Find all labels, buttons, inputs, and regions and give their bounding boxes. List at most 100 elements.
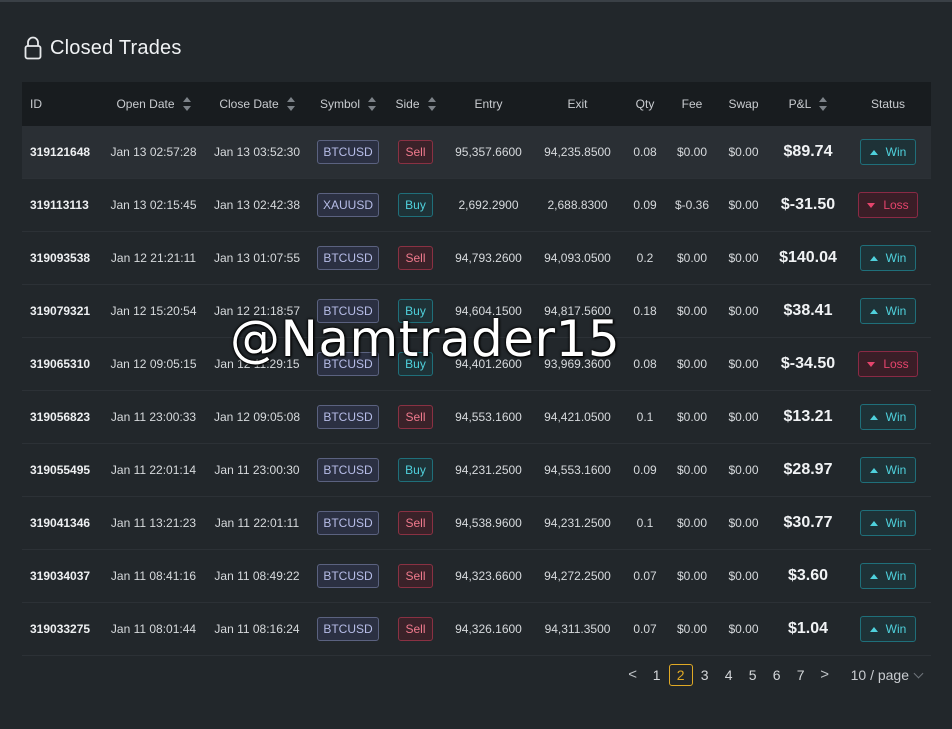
- side-badge: Sell: [398, 564, 433, 588]
- sort-icon[interactable]: [286, 97, 295, 112]
- quantity: 0.1: [622, 390, 668, 444]
- quantity: 0.09: [622, 178, 668, 232]
- fee: $0.00: [668, 126, 716, 179]
- close-date: Jan 11 08:16:24: [205, 602, 309, 656]
- page-button-4[interactable]: 4: [717, 664, 741, 686]
- column-header-close-date[interactable]: Close Date: [205, 82, 309, 126]
- trades-table: ID Open Date Close Date Symbol Side Entr…: [22, 82, 931, 656]
- column-header-exit: Exit: [533, 82, 622, 126]
- exit-price: 94,421.0500: [533, 390, 622, 444]
- side-cell: Sell: [387, 390, 444, 444]
- trade-id: 319055495: [22, 443, 102, 497]
- close-date: Jan 13 02:42:38: [205, 178, 309, 232]
- caret-up-icon: [869, 309, 878, 315]
- panel-header: Closed Trades: [24, 36, 182, 60]
- status-cell: Loss: [845, 178, 931, 232]
- side-badge: Sell: [398, 405, 433, 429]
- trade-id: 319056823: [22, 390, 102, 444]
- close-date: Jan 12 09:05:08: [205, 390, 309, 444]
- status-label: Win: [885, 251, 907, 265]
- open-date: Jan 11 08:01:44: [102, 602, 205, 656]
- column-header-swap: Swap: [716, 82, 771, 126]
- trade-id: 319041346: [22, 496, 102, 550]
- trade-id: 319113113: [22, 178, 102, 232]
- fee: $0.00: [668, 496, 716, 550]
- entry-price: 94,538.9600: [444, 496, 533, 550]
- symbol-cell: BTCUSD: [309, 602, 387, 656]
- side-badge: Buy: [398, 193, 433, 217]
- pnl-value: $13.21: [771, 390, 845, 444]
- sort-icon[interactable]: [427, 97, 436, 112]
- next-page-button[interactable]: >: [813, 664, 837, 686]
- symbol-badge: BTCUSD: [317, 458, 379, 482]
- page-title: Closed Trades: [50, 36, 182, 59]
- symbol-cell: XAUUSD: [309, 178, 387, 232]
- swap: $0.00: [716, 549, 771, 603]
- pnl-value: $-31.50: [771, 178, 845, 232]
- trade-id: 319065310: [22, 337, 102, 391]
- column-header-side[interactable]: Side: [387, 82, 444, 126]
- page-button-5[interactable]: 5: [741, 664, 765, 686]
- side-badge: Sell: [398, 140, 433, 164]
- entry-price: 94,553.1600: [444, 390, 533, 444]
- page-button-7[interactable]: 7: [789, 664, 813, 686]
- status-label: Win: [885, 569, 907, 583]
- entry-price: 94,326.1600: [444, 602, 533, 656]
- status-label: Win: [885, 516, 907, 530]
- symbol-badge: BTCUSD: [317, 405, 379, 429]
- caret-up-icon: [869, 468, 878, 474]
- sort-icon[interactable]: [182, 97, 191, 112]
- pnl-value: $140.04: [771, 231, 845, 285]
- symbol-badge: BTCUSD: [317, 511, 379, 535]
- swap: $0.00: [716, 337, 771, 391]
- sort-icon[interactable]: [368, 97, 376, 112]
- entry-price: 94,604.1500: [444, 284, 533, 338]
- page-button-2[interactable]: 2: [668, 664, 693, 686]
- column-header-open-date[interactable]: Open Date: [102, 82, 205, 126]
- status-cell: Win: [845, 549, 931, 603]
- swap: $0.00: [716, 284, 771, 338]
- status-label: Win: [885, 145, 907, 159]
- page-button-6[interactable]: 6: [765, 664, 789, 686]
- status-cell: Win: [845, 602, 931, 656]
- table-header-row: ID Open Date Close Date Symbol Side Entr…: [22, 82, 931, 126]
- table-row: 319113113 Jan 13 02:15:45 Jan 13 02:42:38 X…: [22, 178, 931, 232]
- swap: $0.00: [716, 178, 771, 232]
- trade-id: 319121648: [22, 126, 102, 179]
- page-button-3[interactable]: 3: [693, 664, 717, 686]
- status-label: Loss: [883, 198, 909, 212]
- column-header-pnl[interactable]: P&L: [771, 82, 845, 126]
- status-badge: Win: [860, 616, 916, 642]
- sort-icon[interactable]: [819, 97, 828, 112]
- page-size-value: 10 / page: [850, 667, 909, 683]
- status-badge: Win: [860, 563, 916, 589]
- prev-page-button[interactable]: <: [621, 664, 645, 686]
- pnl-value: $1.04: [771, 602, 845, 656]
- entry-price: 2,692.2900: [444, 178, 533, 232]
- open-date: Jan 11 13:21:23: [102, 496, 205, 550]
- entry-price: 95,357.6600: [444, 126, 533, 179]
- side-badge: Sell: [398, 511, 433, 535]
- column-header-fee: Fee: [668, 82, 716, 126]
- fee: $0.00: [668, 337, 716, 391]
- page-button-1[interactable]: 1: [645, 664, 669, 686]
- trade-id: 319033275: [22, 602, 102, 656]
- fee: $0.00: [668, 284, 716, 338]
- table-row: 319093538 Jan 12 21:21:11 Jan 13 01:07:55 B…: [22, 231, 931, 285]
- side-cell: Sell: [387, 602, 444, 656]
- pagination: < 1 2 3 4 5 6 7 > 10 / page: [621, 664, 924, 686]
- side-cell: Sell: [387, 496, 444, 550]
- page-size-select[interactable]: 10 / page: [850, 667, 924, 683]
- symbol-cell: BTCUSD: [309, 231, 387, 285]
- exit-price: 94,272.2500: [533, 549, 622, 603]
- quantity: 0.07: [622, 602, 668, 656]
- fee: $0.00: [668, 443, 716, 497]
- column-header-symbol[interactable]: Symbol: [309, 82, 387, 126]
- fee: $0.00: [668, 549, 716, 603]
- close-date: Jan 13 01:07:55: [205, 231, 309, 285]
- symbol-badge: BTCUSD: [317, 140, 379, 164]
- symbol-badge: BTCUSD: [317, 617, 379, 641]
- entry-price: 94,401.2600: [444, 337, 533, 391]
- symbol-cell: BTCUSD: [309, 126, 387, 179]
- side-cell: Buy: [387, 284, 444, 338]
